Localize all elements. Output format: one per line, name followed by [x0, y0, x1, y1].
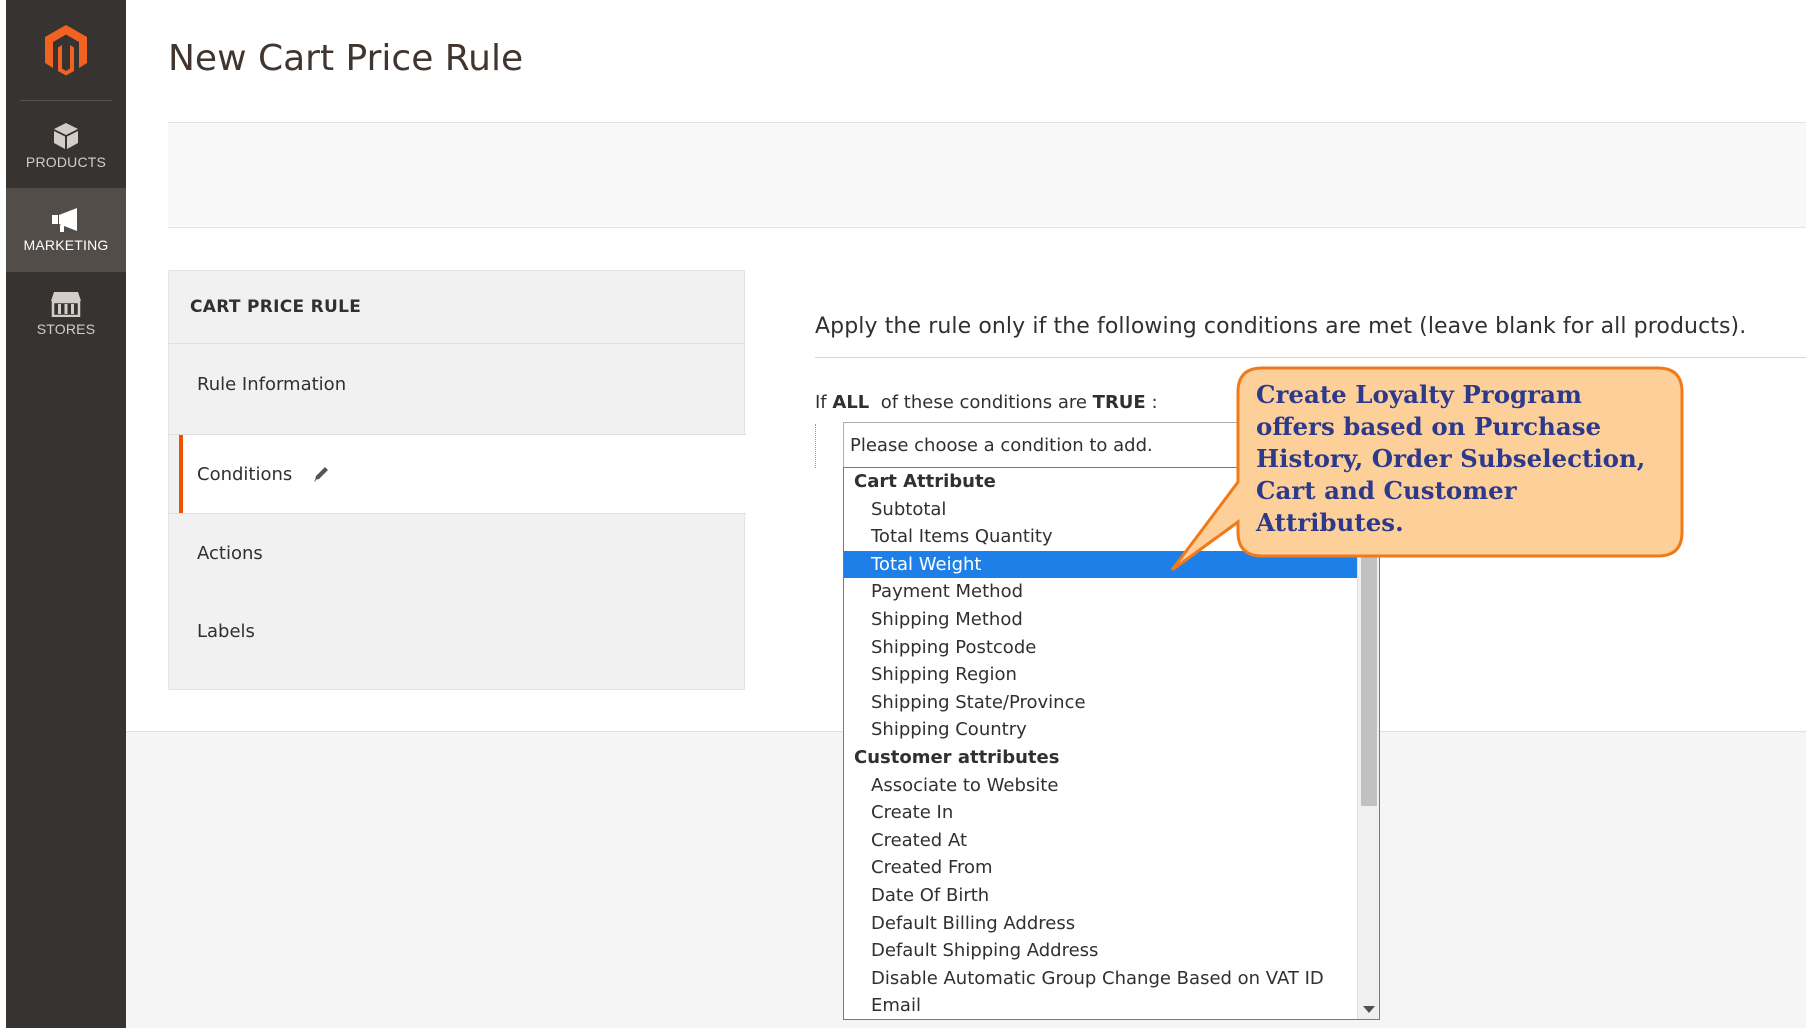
nav-item-marketing[interactable]: MARKETING: [6, 188, 126, 272]
megaphone-icon: [52, 208, 77, 232]
callout-line: History, Order Subselection,: [1256, 444, 1646, 473]
tab-conditions[interactable]: Conditions: [179, 435, 746, 513]
scroll-down-arrow-icon[interactable]: [1363, 1006, 1375, 1013]
conditions-sentence: If ALL of these conditions are TRUE :: [815, 392, 1158, 413]
tab-label: Labels: [197, 620, 255, 642]
option-default-billing-address[interactable]: Default Billing Address: [844, 910, 1357, 938]
nav-label-stores: STORES: [36, 321, 96, 337]
magento-logo[interactable]: [6, 0, 126, 100]
option-create-in[interactable]: Create In: [844, 799, 1357, 827]
option-created-from[interactable]: Created From: [844, 854, 1357, 882]
tab-label: Rule Information: [197, 373, 347, 395]
value-true-link[interactable]: TRUE: [1093, 392, 1146, 413]
nav-label-marketing: MARKETING: [23, 237, 109, 253]
sentence-mid: of these conditions are: [880, 392, 1087, 413]
nav-item-stores[interactable]: STORES: [6, 272, 126, 356]
optgroup-customer-attributes: Customer attributes: [854, 746, 1060, 768]
option-shipping-region[interactable]: Shipping Region: [844, 661, 1357, 689]
page-title: New Cart Price Rule: [168, 38, 524, 79]
dropdown-options: Cart Attribute Subtotal Total Items Quan…: [844, 468, 1357, 1019]
option-created-at[interactable]: Created At: [844, 827, 1357, 855]
page-actions-bar: [168, 122, 1806, 228]
option-date-of-birth[interactable]: Date Of Birth: [844, 882, 1357, 910]
option-associate-to-website[interactable]: Associate to Website: [844, 772, 1357, 800]
callout-line: Cart and Customer: [1256, 476, 1517, 505]
option-shipping-country[interactable]: Shipping Country: [844, 716, 1357, 744]
tab-label: Actions: [197, 542, 263, 564]
tabs-panel-title: CART PRICE RULE: [169, 271, 744, 344]
option-disable-automatic-group-change[interactable]: Disable Automatic Group Change Based on …: [844, 965, 1357, 993]
tab-rule-information[interactable]: Rule Information: [169, 345, 746, 423]
tab-label: Conditions: [197, 463, 293, 485]
magento-logo-icon: [45, 25, 87, 76]
logo-divider: [20, 100, 112, 101]
option-total-weight[interactable]: Total Weight: [844, 550, 1357, 579]
pencil-icon: [312, 465, 330, 483]
store-icon: [51, 292, 81, 317]
scrollbar-thumb[interactable]: [1361, 548, 1377, 806]
callout-line: offers based on Purchase: [1256, 412, 1602, 441]
option-default-shipping-address[interactable]: Default Shipping Address: [844, 937, 1357, 965]
option-email[interactable]: Email: [844, 992, 1357, 1019]
option-shipping-postcode[interactable]: Shipping Postcode: [844, 634, 1357, 662]
nav-item-products[interactable]: PRODUCTS: [6, 104, 126, 188]
option-shipping-state-province[interactable]: Shipping State/Province: [844, 689, 1357, 717]
heading-divider: [815, 357, 1806, 358]
sentence-end: :: [1151, 392, 1158, 413]
nav-label-products: PRODUCTS: [25, 154, 107, 170]
admin-sidebar: PRODUCTS MARKETING STORES: [6, 0, 126, 1028]
sentence-if: If: [815, 392, 827, 413]
condition-tree-guide: [815, 424, 816, 468]
tab-actions[interactable]: Actions: [169, 514, 746, 592]
option-payment-method[interactable]: Payment Method: [844, 578, 1357, 606]
callout-line: Create Loyalty Program: [1256, 380, 1582, 409]
dropdown-scrollbar[interactable]: [1357, 468, 1379, 1019]
tab-labels[interactable]: Labels: [169, 592, 746, 670]
option-shipping-method[interactable]: Shipping Method: [844, 606, 1357, 634]
cube-icon: [54, 123, 78, 149]
aggregator-all-link[interactable]: ALL: [832, 392, 869, 413]
callout-line: Attributes.: [1256, 508, 1404, 537]
condition-dropdown-list[interactable]: Cart Attribute Subtotal Total Items Quan…: [843, 467, 1380, 1020]
conditions-heading: Apply the rule only if the following con…: [815, 314, 1747, 339]
callout-text: Create Loyalty Program offers based on P…: [1256, 379, 1676, 539]
rule-tabs-panel: CART PRICE RULE Rule Information Conditi…: [168, 270, 746, 690]
condition-select-placeholder: Please choose a condition to add.: [850, 434, 1153, 456]
